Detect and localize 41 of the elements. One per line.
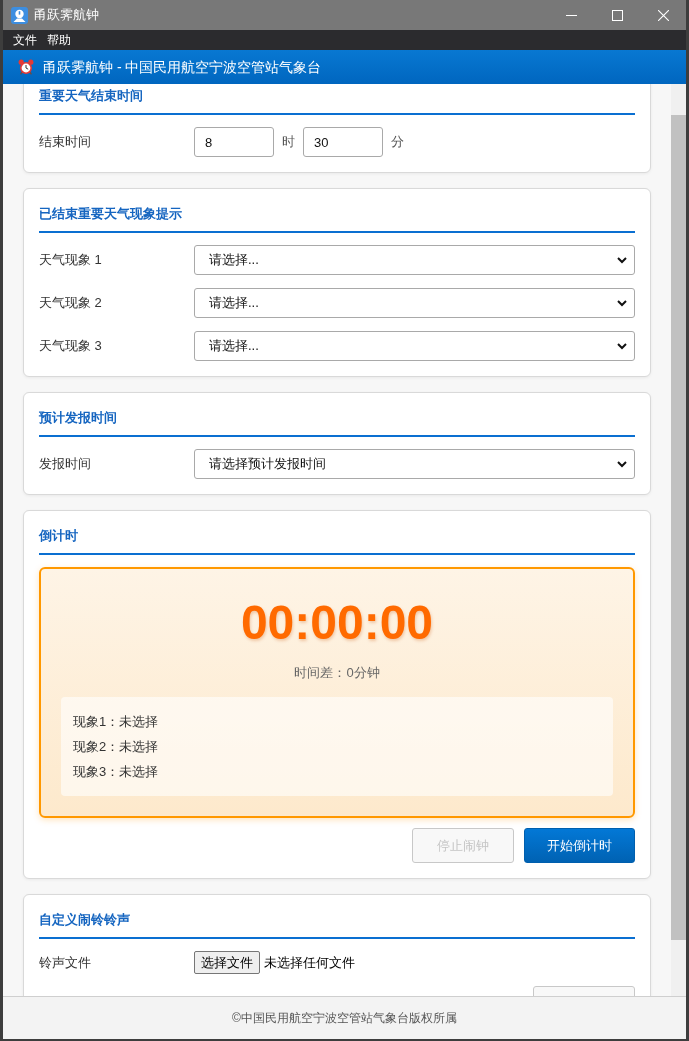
field-label: 铃声文件 [39, 953, 92, 972]
select-field[interactable]: 请选择... [194, 245, 635, 275]
section-title: 已结束重要天气现象提示 [39, 205, 182, 223]
phenomenon-text: 现象1：未选择 [73, 713, 159, 731]
section-title: 自定义闹铃铃声 [39, 911, 130, 929]
field-label: 结束时间 [39, 133, 92, 151]
select-field[interactable]: 请选择... [194, 331, 635, 361]
choose-file-button[interactable]: 选择文件 [194, 951, 260, 974]
phenomenon-text: 现象3：未选择 [73, 763, 159, 781]
chevron-down-icon [617, 256, 627, 264]
section-title: 倒计时 [39, 527, 78, 545]
start-countdown-button[interactable]: 开始倒计时 [524, 828, 635, 863]
chevron-down-icon [617, 299, 627, 307]
time-input[interactable]: 30 [303, 127, 383, 157]
time-difference: 时间差：0分钟 [294, 664, 380, 682]
unit-label: 时 [282, 133, 295, 151]
close-icon [657, 9, 669, 21]
chevron-down-icon [617, 460, 627, 468]
phenomenon-text: 现象2：未选择 [73, 738, 159, 756]
menu-item[interactable]: 帮助 [43, 31, 75, 49]
field-label: 天气现象 2 [39, 294, 103, 312]
time-input[interactable]: 8 [194, 127, 274, 157]
minimize-icon [565, 14, 577, 16]
field-label: 天气现象 3 [39, 337, 103, 355]
copyright-text: ©中国民用航空宁波空管站气象台版权所属 [232, 1009, 457, 1027]
file-status: 未选择任何文件 [264, 953, 355, 972]
select-field[interactable]: 请选择预计发报时间 [194, 449, 635, 479]
unit-label: 分 [391, 133, 404, 151]
menu-item[interactable]: 文件 [9, 31, 41, 49]
countdown-time: 00:00:00 [240, 595, 434, 651]
field-label: 天气现象 1 [39, 251, 103, 269]
select-field[interactable]: 请选择... [194, 288, 635, 318]
section-title: 重要天气结束时间 [39, 87, 143, 105]
maximize-icon [611, 9, 623, 21]
header-title: 甬跃霁航钟 - 中国民用航空宁波空管站气象台 [43, 58, 322, 76]
window-title: 甬跃霁航钟 [34, 6, 99, 24]
alarm-clock-icon [18, 59, 34, 75]
field-label: 发报时间 [39, 455, 92, 473]
app-icon [11, 6, 28, 24]
chevron-down-icon [617, 342, 627, 350]
section-title: 预计发报时间 [39, 409, 117, 427]
